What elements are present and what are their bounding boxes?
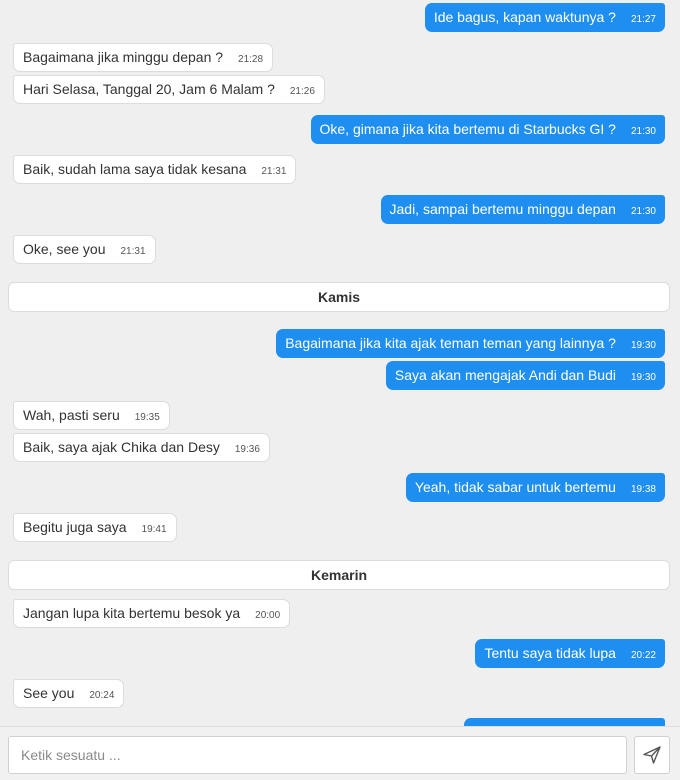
send-button[interactable] <box>634 736 670 774</box>
message-incoming: Jangan lupa kita bertemu besok ya 20:00 <box>13 599 291 628</box>
message-outgoing: Ide bagus, kapan waktunya ? 21:27 <box>424 3 665 32</box>
message-time: 20:24 <box>89 690 115 701</box>
message-time: 19:36 <box>234 444 260 455</box>
message-text: Baik, saya ajak Chika dan Desy <box>23 439 220 455</box>
message-time: 21:27 <box>630 14 656 25</box>
message-text: Saya akan mengajak Andi dan Budi <box>394 367 616 383</box>
message-text: Begitu juga saya <box>23 519 127 535</box>
date-separator: Kamis <box>8 282 670 312</box>
message-text: Jadi, sampai bertemu minggu depan <box>389 201 616 217</box>
message-time: 20:22 <box>630 650 656 661</box>
message-composer <box>0 726 680 780</box>
message-outgoing: Saya akan mengajak Andi dan Budi 19:30 <box>385 361 665 390</box>
message-time: 19:30 <box>630 340 656 351</box>
message-time: 19:41 <box>141 524 167 535</box>
message-text: Ide bagus, kapan waktunya ? <box>433 9 616 25</box>
message-outgoing: Jadi, sampai bertemu minggu depan 21:30 <box>380 195 665 224</box>
message-time: 21:30 <box>630 126 656 137</box>
message-incoming: Oke, see you 21:31 <box>13 235 156 264</box>
message-incoming: See you 20:24 <box>13 679 125 708</box>
message-time: 21:26 <box>289 86 315 97</box>
message-text: Wah, pasti seru <box>23 407 120 423</box>
message-incoming: Bagaimana jika minggu depan ? 21:28 <box>13 43 274 72</box>
message-incoming: Begitu juga saya 19:41 <box>13 513 177 542</box>
message-text: See you <box>23 685 75 701</box>
message-time: 20:00 <box>255 610 281 621</box>
message-incoming: Baik, saya ajak Chika dan Desy 19:36 <box>13 433 270 462</box>
message-text: Jangan lupa kita bertemu besok ya <box>23 605 241 621</box>
message-outgoing: Oke, gimana jika kita bertemu di Starbuc… <box>310 115 665 144</box>
message-time: 19:30 <box>630 372 656 383</box>
message-text: Oke, see you <box>23 241 106 257</box>
message-time: 19:35 <box>134 412 160 423</box>
message-outgoing: Yeah, tidak sabar untuk bertemu 19:38 <box>405 473 665 502</box>
message-time: 21:28 <box>238 54 264 65</box>
message-time: 21:31 <box>261 166 287 177</box>
message-time: 21:30 <box>630 206 656 217</box>
message-outgoing: Tentu saya tidak lupa 20:22 <box>475 639 665 668</box>
message-incoming: Wah, pasti seru 19:35 <box>13 401 170 430</box>
message-time: 19:38 <box>630 484 656 495</box>
message-outgoing-partial <box>464 718 665 726</box>
message-text: Oke, gimana jika kita bertemu di Starbuc… <box>319 121 616 137</box>
message-incoming: Hari Selasa, Tanggal 20, Jam 6 Malam ? 2… <box>13 75 325 104</box>
chat-history[interactable]: Ide bagus, kapan waktunya ? 21:27 Bagaim… <box>0 0 680 726</box>
date-separator: Kemarin <box>8 560 670 590</box>
message-text: Tentu saya tidak lupa <box>484 645 616 661</box>
message-text: Bagaimana jika kita ajak teman teman yan… <box>285 335 616 351</box>
message-incoming: Baik, sudah lama saya tidak kesana 21:31 <box>13 155 297 184</box>
message-outgoing: Bagaimana jika kita ajak teman teman yan… <box>276 329 665 358</box>
message-text: Baik, sudah lama saya tidak kesana <box>23 161 247 177</box>
message-text: Bagaimana jika minggu depan ? <box>23 49 224 65</box>
message-time: 21:31 <box>120 246 146 257</box>
message-text: Yeah, tidak sabar untuk bertemu <box>414 479 616 495</box>
message-input[interactable] <box>8 736 627 774</box>
message-text: Hari Selasa, Tanggal 20, Jam 6 Malam ? <box>23 81 275 97</box>
send-icon <box>643 746 661 764</box>
